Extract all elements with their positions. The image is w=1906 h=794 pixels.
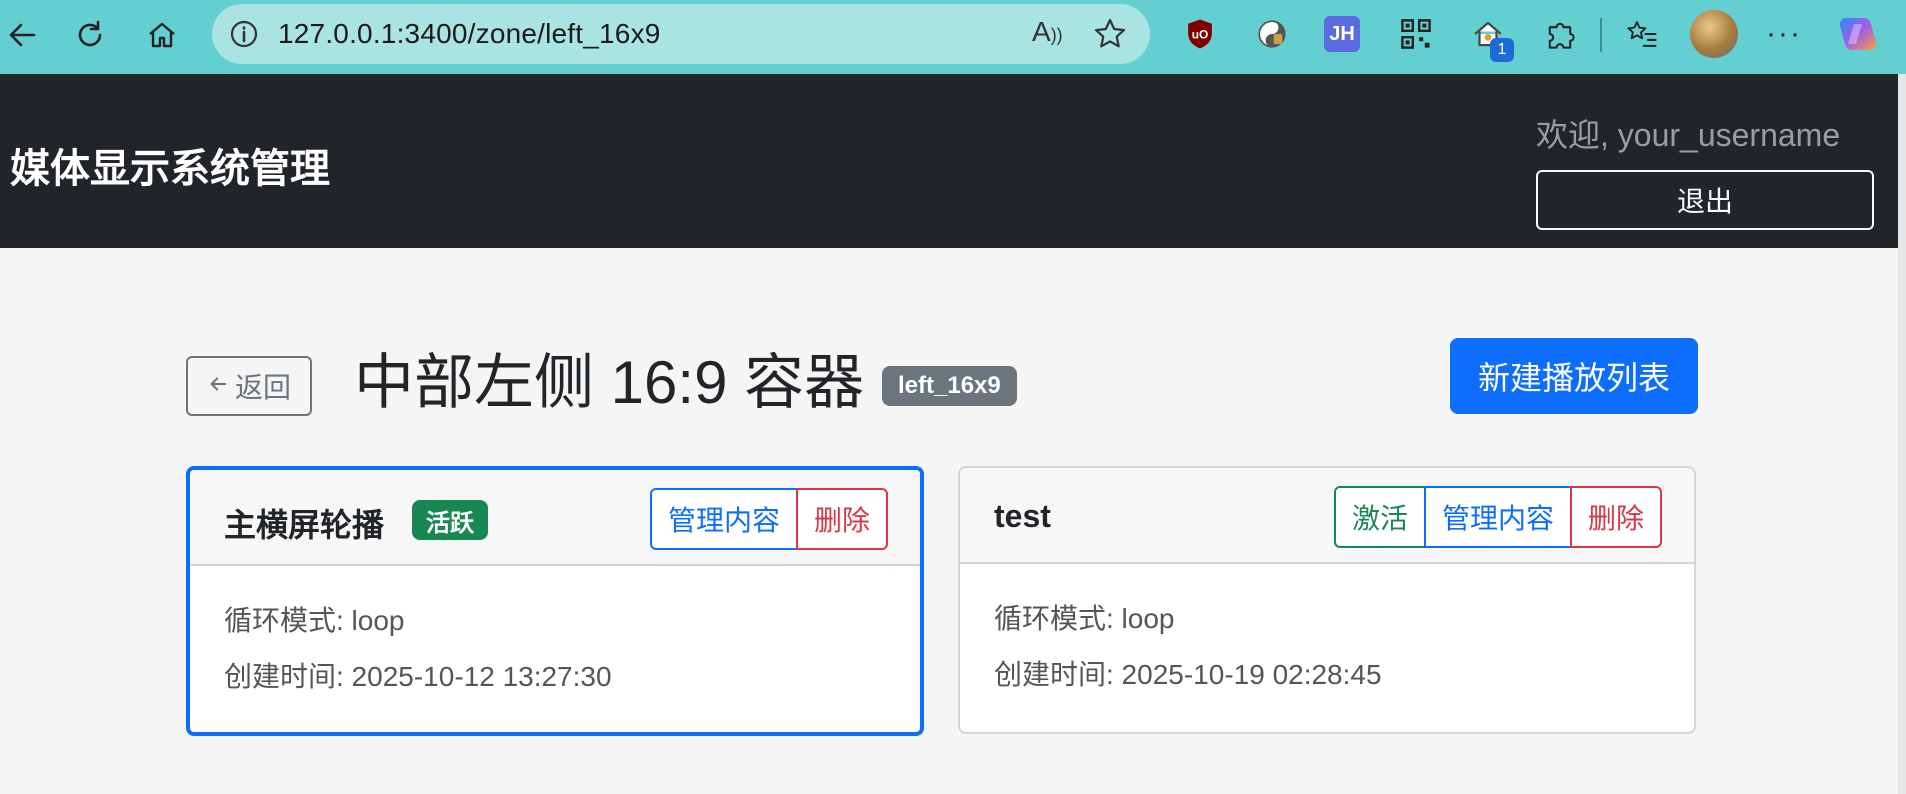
card-header: 主横屏轮播 活跃 管理内容 删除 bbox=[190, 470, 920, 566]
new-playlist-button[interactable]: 新建播放列表 bbox=[1450, 338, 1698, 414]
scrollbar-track[interactable] bbox=[1898, 74, 1906, 794]
extension-count-badge: 1 bbox=[1490, 38, 1514, 62]
jh-extension-icon[interactable]: JH bbox=[1324, 16, 1360, 52]
app-navbar: 媒体显示系统管理 欢迎, your_username 退出 bbox=[0, 74, 1898, 248]
card-actions: 管理内容 删除 bbox=[649, 488, 888, 550]
card-body: 循环模式: loop 创建时间: 2025-10-19 02:28:45 bbox=[960, 564, 1694, 692]
manage-content-button[interactable]: 管理内容 bbox=[649, 488, 798, 550]
loop-mode-text: 循环模式: loop bbox=[224, 605, 405, 636]
arrow-left-icon bbox=[207, 370, 229, 402]
welcome-text: 欢迎, your_username bbox=[1536, 117, 1841, 153]
read-aloud-icon[interactable]: A)) bbox=[1032, 16, 1068, 52]
playlist-card: 主横屏轮播 活跃 管理内容 删除 循环模式: loop 创建时间: 2025-1… bbox=[186, 466, 924, 736]
card-actions: 激活 管理内容 删除 bbox=[1333, 486, 1662, 548]
url-text[interactable]: 127.0.0.1:3400/zone/left_16x9 bbox=[278, 18, 661, 50]
playlist-card: test 激活 管理内容 删除 循环模式: loop 创建时间: 2025-10… bbox=[958, 466, 1696, 734]
playlist-name: test bbox=[994, 498, 1051, 534]
back-label: 返回 bbox=[234, 372, 291, 403]
browser-toolbar: 127.0.0.1:3400/zone/left_16x9 A)) uO JH … bbox=[0, 0, 1906, 74]
qr-code-icon[interactable] bbox=[1396, 14, 1436, 54]
favorite-star-icon[interactable] bbox=[1092, 16, 1128, 52]
copilot-icon[interactable] bbox=[1836, 12, 1880, 56]
ublock-shield-icon[interactable]: uO bbox=[1180, 14, 1220, 54]
app-brand[interactable]: 媒体显示系统管理 bbox=[10, 136, 330, 194]
zone-code-badge: left_16x9 bbox=[882, 366, 1017, 406]
playlist-name: 主横屏轮播 bbox=[224, 507, 385, 543]
address-bar[interactable]: 127.0.0.1:3400/zone/left_16x9 A)) bbox=[212, 4, 1150, 64]
svg-text:uO: uO bbox=[1192, 27, 1209, 41]
back-button[interactable]: 返回 bbox=[186, 356, 312, 416]
back-arrow-icon[interactable] bbox=[0, 9, 48, 61]
toolbar-divider bbox=[1600, 18, 1602, 52]
activate-button[interactable]: 激活 bbox=[1333, 486, 1426, 548]
card-header: test 激活 管理内容 删除 bbox=[960, 468, 1694, 564]
delete-button[interactable]: 删除 bbox=[795, 488, 888, 550]
reload-icon[interactable] bbox=[64, 9, 116, 61]
more-menu-icon[interactable]: ··· bbox=[1764, 14, 1804, 54]
delete-button[interactable]: 删除 bbox=[1569, 486, 1662, 548]
home-icon[interactable] bbox=[136, 9, 188, 61]
yin-yang-extension-icon[interactable] bbox=[1252, 14, 1292, 54]
card-body: 循环模式: loop 创建时间: 2025-10-12 13:27:30 bbox=[190, 566, 920, 694]
profile-avatar[interactable] bbox=[1690, 10, 1738, 58]
manage-content-button[interactable]: 管理内容 bbox=[1423, 486, 1572, 548]
logout-button[interactable]: 退出 bbox=[1536, 170, 1874, 230]
favorites-list-icon[interactable] bbox=[1622, 14, 1662, 54]
extensions-puzzle-icon[interactable] bbox=[1540, 14, 1580, 54]
site-info-icon[interactable] bbox=[228, 18, 260, 50]
active-status-badge: 活跃 bbox=[412, 500, 488, 540]
loop-mode-text: 循环模式: loop bbox=[994, 603, 1175, 634]
page-title: 中部左侧 16:9 容器 bbox=[354, 349, 865, 416]
created-time-text: 创建时间: 2025-10-19 02:28:45 bbox=[994, 659, 1382, 690]
created-time-text: 创建时间: 2025-10-12 13:27:30 bbox=[224, 661, 612, 692]
